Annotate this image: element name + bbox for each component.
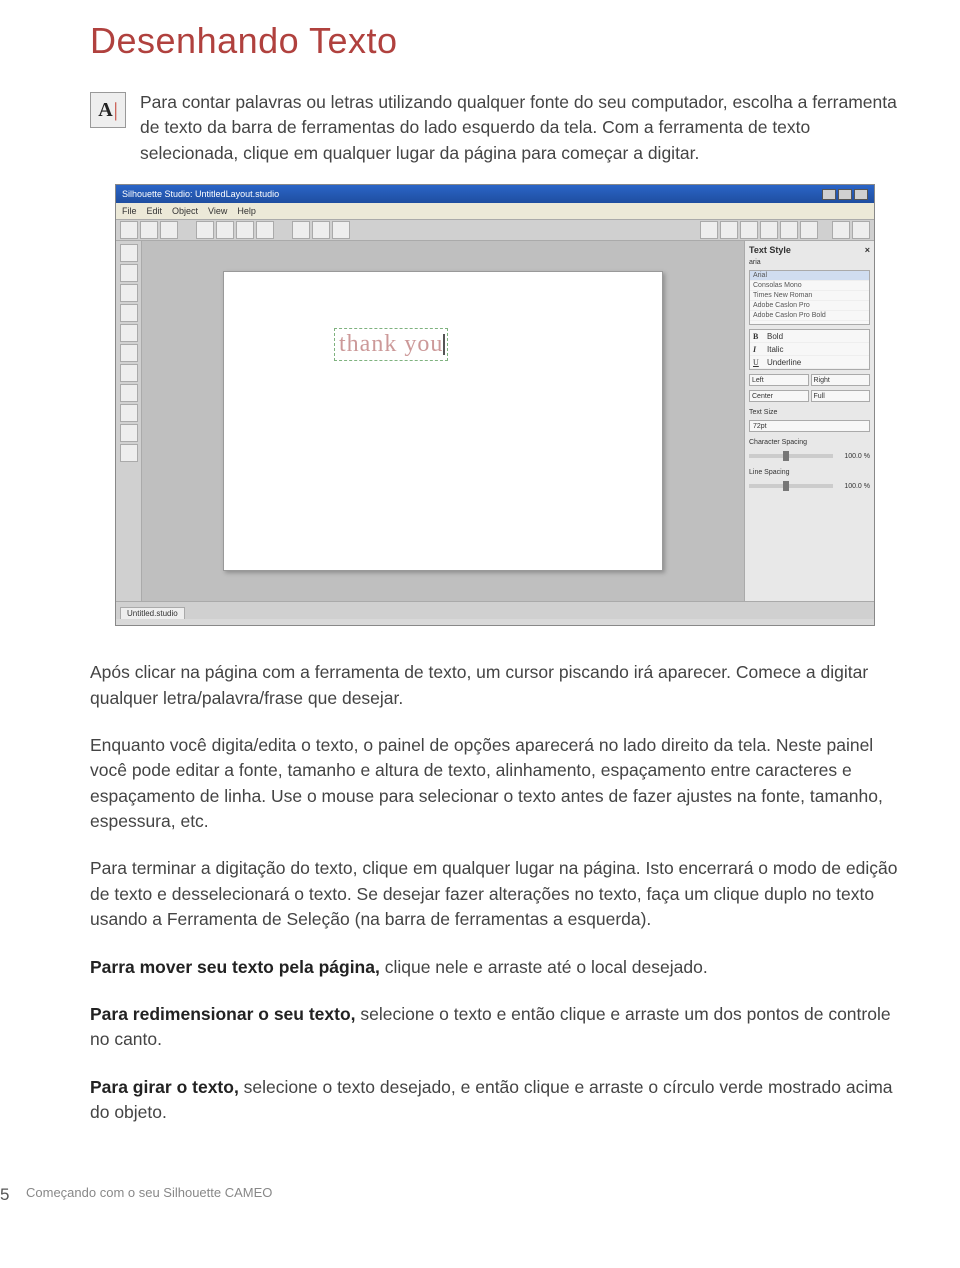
font-style-list: BBold IItalic UUnderline (749, 329, 870, 370)
line-spacing-slider: 100.0 % (749, 480, 870, 492)
page-footer: 5 Começando com o seu Silhouette CAMEO (0, 1185, 960, 1200)
close-icon (854, 189, 868, 200)
align-right: Right (811, 374, 871, 386)
font-option: Adobe Caslon Pro Bold (750, 311, 869, 321)
page-number: 5 (0, 1185, 9, 1205)
char-spacing-label: Character Spacing (749, 439, 870, 446)
intro-row: A| Para contar palavras ou letras utiliz… (90, 90, 900, 166)
text-size-label: Text Size (749, 409, 870, 416)
tool-button (120, 264, 138, 282)
paragraph-move: Parra mover seu texto pela página, cliqu… (90, 955, 900, 980)
toolbar-button (760, 221, 778, 239)
panel-title: Text Style (749, 245, 791, 255)
paragraph-rotate: Para girar o texto, selecione o texto de… (90, 1075, 900, 1126)
window-titlebar: Silhouette Studio: UntitledLayout.studio (116, 185, 874, 203)
menu-item: Edit (147, 206, 163, 216)
app-screenshot: Silhouette Studio: UntitledLayout.studio… (115, 184, 875, 626)
tool-button (120, 444, 138, 462)
menu-item: File (122, 206, 137, 216)
font-list: Arial Consolas Mono Times New Roman Adob… (749, 270, 870, 325)
font-option: Consolas Mono (750, 281, 869, 291)
window-title: Silhouette Studio: UntitledLayout.studio (122, 189, 279, 199)
align-center: Center (749, 390, 809, 402)
menu-item: Object (172, 206, 198, 216)
page-title: Desenhando Texto (90, 20, 900, 62)
paragraph-panel: Enquanto você digita/edita o texto, o pa… (90, 733, 900, 835)
toolbar-button (256, 221, 274, 239)
toolbar-button (720, 221, 738, 239)
toolbar-button (196, 221, 214, 239)
align-full: Full (811, 390, 871, 402)
toolbar-button (236, 221, 254, 239)
align-row-2: Center Full (749, 390, 870, 402)
toolbar-button (140, 221, 158, 239)
tool-button (120, 364, 138, 382)
panel-close-icon: × (865, 245, 870, 255)
toolbar-button (120, 221, 138, 239)
tool-button (120, 424, 138, 442)
left-toolbar (116, 241, 142, 601)
font-option: Adobe Caslon Pro (750, 301, 869, 311)
paragraph-resize: Para redimensionar o seu texto, selecion… (90, 1002, 900, 1053)
minimize-icon (822, 189, 836, 200)
tool-button (120, 304, 138, 322)
menu-item: Help (237, 206, 256, 216)
maximize-icon (838, 189, 852, 200)
font-search-label: aria (749, 259, 870, 266)
tool-button (120, 384, 138, 402)
toolbar-button (160, 221, 178, 239)
canvas-page: thank you (223, 271, 663, 571)
toolbar-button (832, 221, 850, 239)
line-spacing-label: Line Spacing (749, 469, 870, 476)
toolbar-button (700, 221, 718, 239)
text-size-value: 72pt (749, 420, 870, 432)
font-option: Times New Roman (750, 291, 869, 301)
toolbar-button (332, 221, 350, 239)
align-left: Left (749, 374, 809, 386)
paragraph-end-edit: Para terminar a digitação do texto, cliq… (90, 856, 900, 932)
char-spacing-slider: 100.0 % (749, 450, 870, 462)
text-style-panel: Text Style × aria Arial Consolas Mono Ti… (744, 241, 874, 601)
top-toolbar (116, 219, 874, 241)
toolbar-button (852, 221, 870, 239)
toolbar-button (216, 221, 234, 239)
canvas-area: thank you (142, 241, 744, 601)
paragraph-cursor: Após clicar na página com a ferramenta d… (90, 660, 900, 711)
canvas-text-box: thank you (334, 328, 448, 361)
tool-button (120, 344, 138, 362)
document-tab: Untitled.studio (120, 607, 185, 619)
toolbar-button (780, 221, 798, 239)
menu-item: View (208, 206, 227, 216)
align-row: Left Right (749, 374, 870, 386)
toolbar-button (800, 221, 818, 239)
tool-button (120, 244, 138, 262)
tool-button (120, 284, 138, 302)
tool-button (120, 324, 138, 342)
toolbar-button (312, 221, 330, 239)
intro-paragraph: Para contar palavras ou letras utilizand… (140, 90, 900, 166)
footer-label: Começando com o seu Silhouette CAMEO (26, 1185, 272, 1200)
toolbar-button (292, 221, 310, 239)
text-tool-icon: A| (90, 92, 126, 128)
font-option: Arial (750, 271, 869, 281)
menu-bar: File Edit Object View Help (116, 203, 874, 219)
toolbar-button (740, 221, 758, 239)
document-tabs: Untitled.studio (116, 601, 874, 619)
tool-button (120, 404, 138, 422)
